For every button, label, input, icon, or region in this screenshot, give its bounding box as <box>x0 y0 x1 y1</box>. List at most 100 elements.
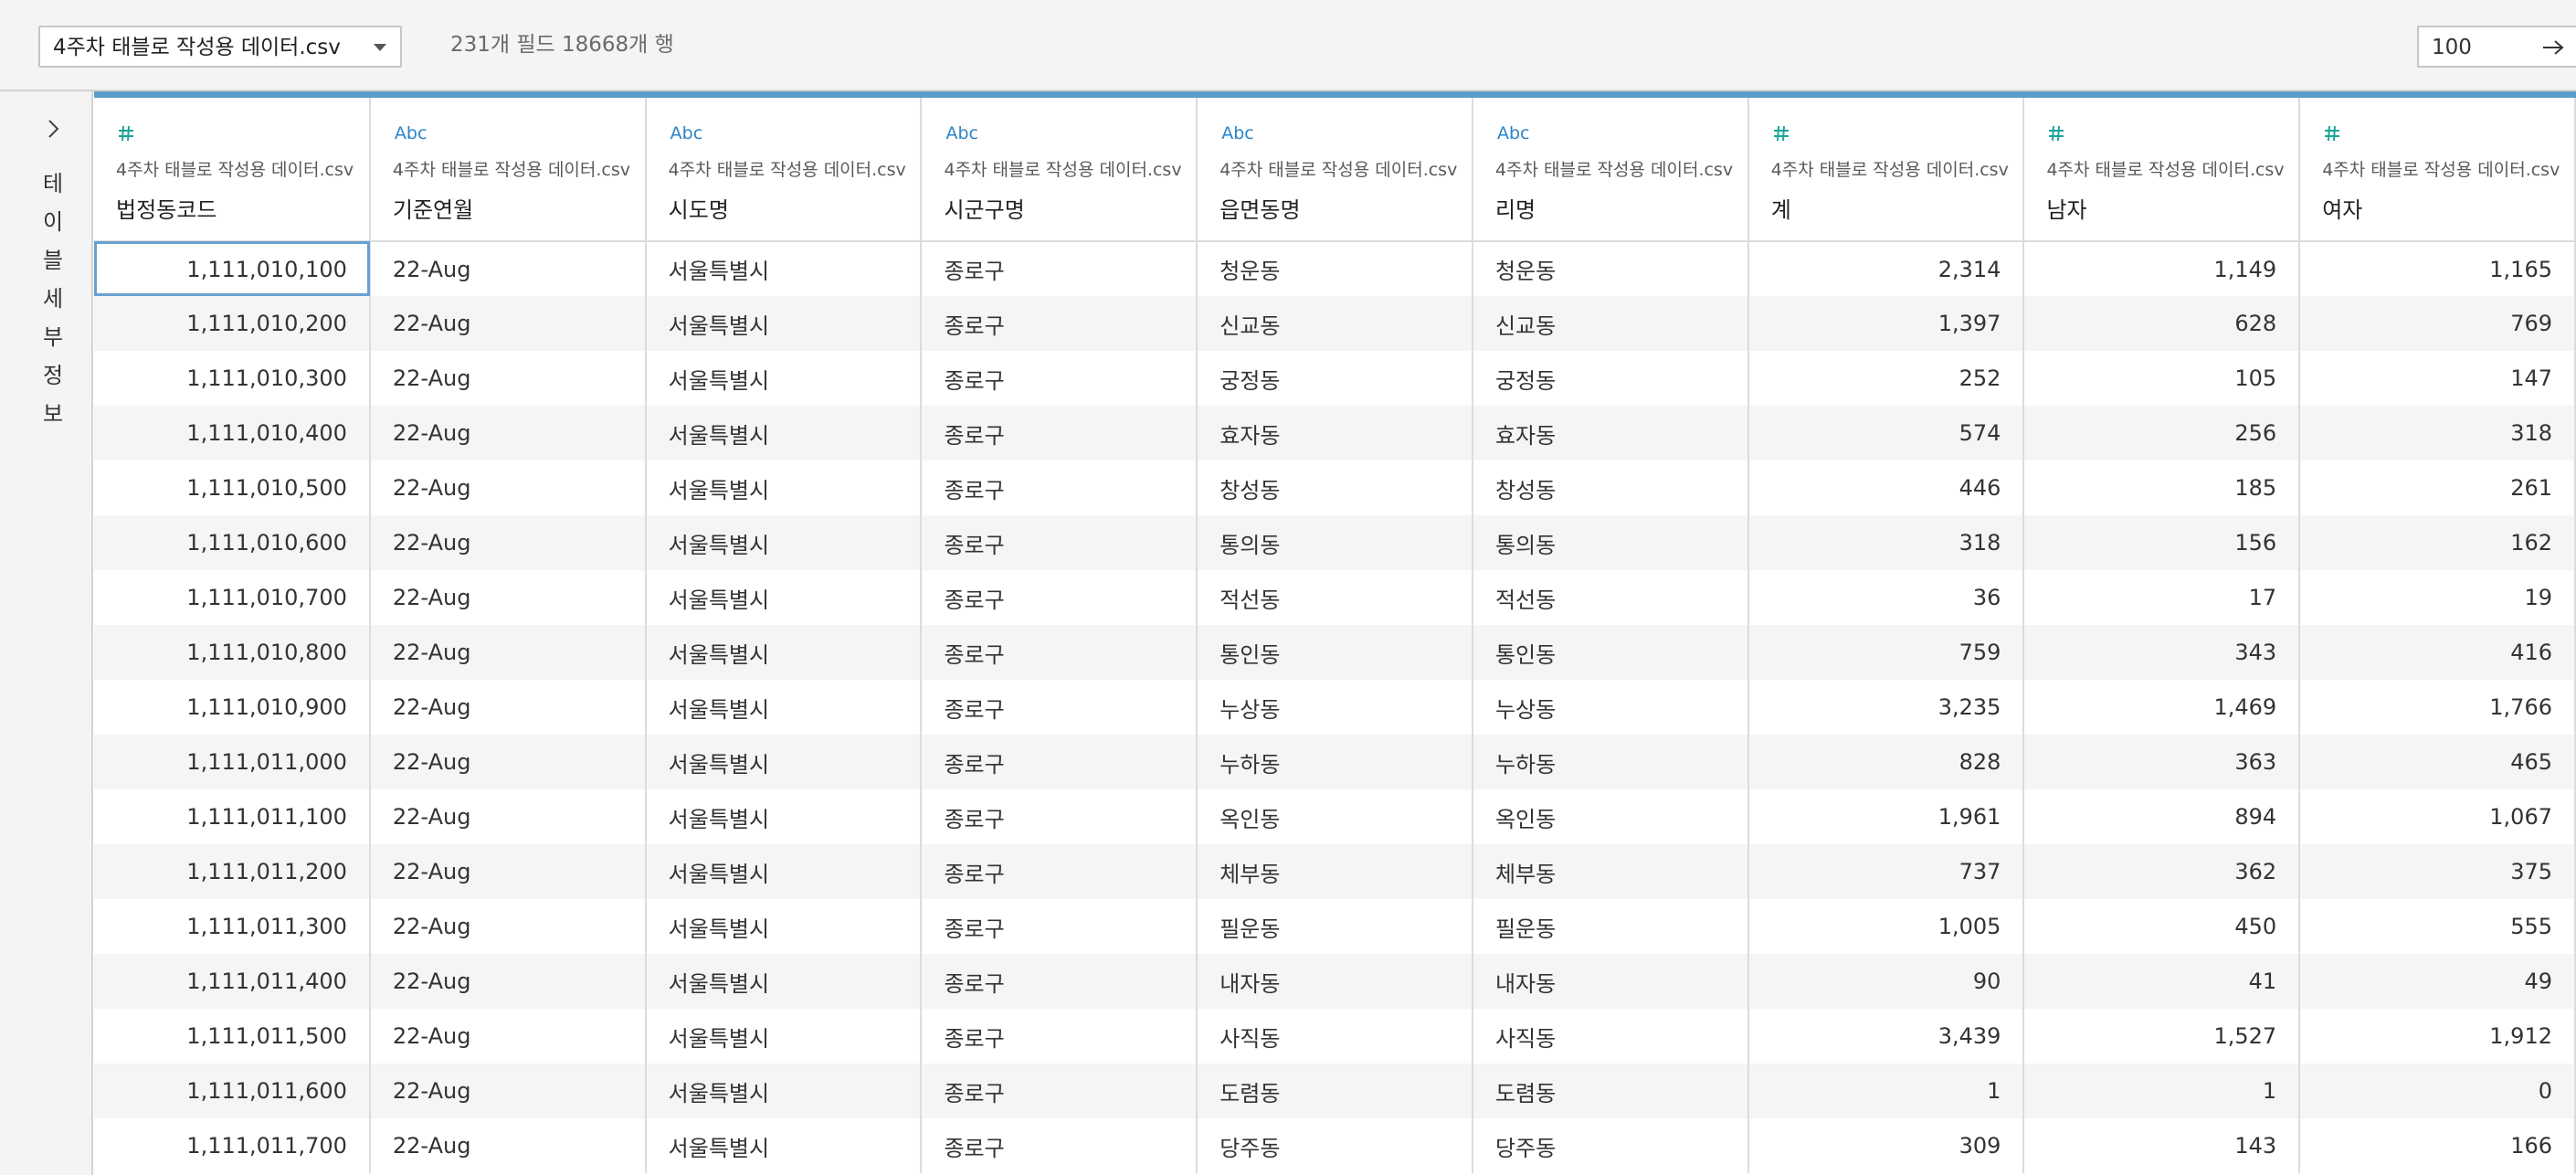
table-cell[interactable]: 22-Aug <box>369 735 647 789</box>
table-cell[interactable]: 465 <box>2299 735 2576 789</box>
table-cell[interactable]: 누상동 <box>1197 680 1473 735</box>
table-cell[interactable]: 362 <box>2023 844 2301 899</box>
table-cell[interactable]: 내자동 <box>1472 954 1749 1009</box>
table-cell[interactable]: 종로구 <box>921 899 1198 954</box>
table-cell[interactable]: 1,961 <box>1747 789 2025 844</box>
row-count-input[interactable]: 100 <box>2417 26 2576 68</box>
table-cell[interactable]: 22-Aug <box>369 515 647 570</box>
table-cell[interactable]: 체부동 <box>1197 844 1473 899</box>
table-cell[interactable]: 1,149 <box>2023 241 2301 296</box>
table-cell[interactable]: 22-Aug <box>369 351 647 406</box>
table-cell[interactable]: 필운동 <box>1197 899 1473 954</box>
table-cell[interactable]: 22-Aug <box>369 1009 647 1064</box>
table-cell[interactable]: 318 <box>1747 515 2025 570</box>
table-cell[interactable]: 22-Aug <box>369 954 647 1009</box>
table-cell[interactable]: 17 <box>2023 570 2301 625</box>
table-cell[interactable]: 종로구 <box>921 735 1198 789</box>
table-cell[interactable]: 체부동 <box>1472 844 1749 899</box>
table-cell[interactable]: 1,527 <box>2023 1009 2301 1064</box>
table-cell[interactable]: 서울특별시 <box>645 789 923 844</box>
column-header[interactable]: 4주차 태블로 작성용 데이터.csv 남자 <box>2023 98 2301 242</box>
table-cell[interactable]: 1,111,010,600 <box>94 515 371 570</box>
table-cell[interactable]: 90 <box>1747 954 2025 1009</box>
column-header[interactable]: 4주차 태블로 작성용 데이터.csv 여자 <box>2299 98 2576 242</box>
table-cell[interactable]: 1,111,010,300 <box>94 351 371 406</box>
table-cell[interactable]: 343 <box>2023 625 2301 680</box>
table-cell[interactable]: 828 <box>1747 735 2025 789</box>
expand-panel-button[interactable] <box>40 115 68 143</box>
column-header[interactable]: Abc 4주차 태블로 작성용 데이터.csv 시군구명 <box>921 98 1198 242</box>
table-cell[interactable]: 종로구 <box>921 1009 1198 1064</box>
table-cell[interactable]: 궁정동 <box>1472 351 1749 406</box>
table-cell[interactable]: 143 <box>2023 1118 2301 1173</box>
table-cell[interactable]: 185 <box>2023 460 2301 515</box>
table-cell[interactable]: 49 <box>2299 954 2576 1009</box>
table-cell[interactable]: 1,165 <box>2299 241 2576 296</box>
table-cell[interactable]: 375 <box>2299 844 2576 899</box>
column-header[interactable]: 4주차 태블로 작성용 데이터.csv 법정동코드 <box>94 98 371 242</box>
table-cell[interactable]: 서울특별시 <box>645 1009 923 1064</box>
table-cell[interactable]: 청운동 <box>1472 241 1749 296</box>
table-cell[interactable]: 서울특별시 <box>645 899 923 954</box>
table-cell[interactable]: 1,111,010,700 <box>94 570 371 625</box>
table-cell[interactable]: 2,314 <box>1747 241 2025 296</box>
table-cell[interactable]: 서울특별시 <box>645 1064 923 1118</box>
table-cell[interactable]: 종로구 <box>921 570 1198 625</box>
table-cell[interactable]: 36 <box>1747 570 2025 625</box>
table-cell[interactable]: 22-Aug <box>369 789 647 844</box>
table-cell[interactable]: 759 <box>1747 625 2025 680</box>
table-cell[interactable]: 서울특별시 <box>645 570 923 625</box>
table-cell[interactable]: 효자동 <box>1472 406 1749 460</box>
table-cell[interactable]: 22-Aug <box>369 625 647 680</box>
table-cell[interactable]: 효자동 <box>1197 406 1473 460</box>
table-cell[interactable]: 도렴동 <box>1197 1064 1473 1118</box>
table-cell[interactable]: 사직동 <box>1197 1009 1473 1064</box>
data-source-dropdown[interactable]: 4주차 태블로 작성용 데이터.csv <box>38 26 402 68</box>
table-cell[interactable]: 1,912 <box>2299 1009 2576 1064</box>
table-cell[interactable]: 1,111,011,300 <box>94 899 371 954</box>
table-cell[interactable]: 22-Aug <box>369 570 647 625</box>
table-cell[interactable]: 22-Aug <box>369 1064 647 1118</box>
column-header[interactable]: 4주차 태블로 작성용 데이터.csv 계 <box>1747 98 2025 242</box>
table-cell[interactable]: 22-Aug <box>369 460 647 515</box>
table-cell[interactable]: 서울특별시 <box>645 680 923 735</box>
table-cell[interactable]: 309 <box>1747 1118 2025 1173</box>
table-cell[interactable]: 종로구 <box>921 406 1198 460</box>
table-cell[interactable]: 누하동 <box>1472 735 1749 789</box>
table-cell[interactable]: 창성동 <box>1472 460 1749 515</box>
table-cell[interactable]: 0 <box>2299 1064 2576 1118</box>
table-cell[interactable]: 894 <box>2023 789 2301 844</box>
table-cell[interactable]: 147 <box>2299 351 2576 406</box>
table-cell[interactable]: 3,235 <box>1747 680 2025 735</box>
table-cell[interactable]: 1,111,010,800 <box>94 625 371 680</box>
table-cell[interactable]: 옥인동 <box>1472 789 1749 844</box>
table-cell[interactable]: 22-Aug <box>369 406 647 460</box>
column-header[interactable]: Abc 4주차 태블로 작성용 데이터.csv 기준연월 <box>369 98 647 242</box>
table-cell[interactable]: 통인동 <box>1197 625 1473 680</box>
table-cell[interactable]: 신교동 <box>1472 296 1749 351</box>
table-cell[interactable]: 252 <box>1747 351 2025 406</box>
table-cell[interactable]: 서울특별시 <box>645 844 923 899</box>
table-cell[interactable]: 1,111,011,100 <box>94 789 371 844</box>
table-cell[interactable]: 누상동 <box>1472 680 1749 735</box>
table-cell[interactable]: 105 <box>2023 351 2301 406</box>
column-header[interactable]: Abc 4주차 태블로 작성용 데이터.csv 리명 <box>1472 98 1749 242</box>
table-cell[interactable]: 1,111,011,700 <box>94 1118 371 1173</box>
table-cell[interactable]: 446 <box>1747 460 2025 515</box>
table-cell[interactable]: 서울특별시 <box>645 296 923 351</box>
table-cell[interactable]: 사직동 <box>1472 1009 1749 1064</box>
table-cell[interactable]: 1 <box>1747 1064 2025 1118</box>
table-cell[interactable]: 166 <box>2299 1118 2576 1173</box>
table-cell[interactable]: 서울특별시 <box>645 460 923 515</box>
table-cell[interactable]: 574 <box>1747 406 2025 460</box>
table-cell[interactable]: 22-Aug <box>369 296 647 351</box>
table-cell[interactable]: 769 <box>2299 296 2576 351</box>
table-cell[interactable]: 1,766 <box>2299 680 2576 735</box>
table-cell[interactable]: 궁정동 <box>1197 351 1473 406</box>
table-cell[interactable]: 종로구 <box>921 1118 1198 1173</box>
table-cell[interactable]: 41 <box>2023 954 2301 1009</box>
table-cell[interactable]: 종로구 <box>921 515 1198 570</box>
table-cell[interactable]: 통인동 <box>1472 625 1749 680</box>
table-cell[interactable]: 서울특별시 <box>645 241 923 296</box>
table-cell[interactable]: 1,111,010,100 <box>94 241 371 296</box>
